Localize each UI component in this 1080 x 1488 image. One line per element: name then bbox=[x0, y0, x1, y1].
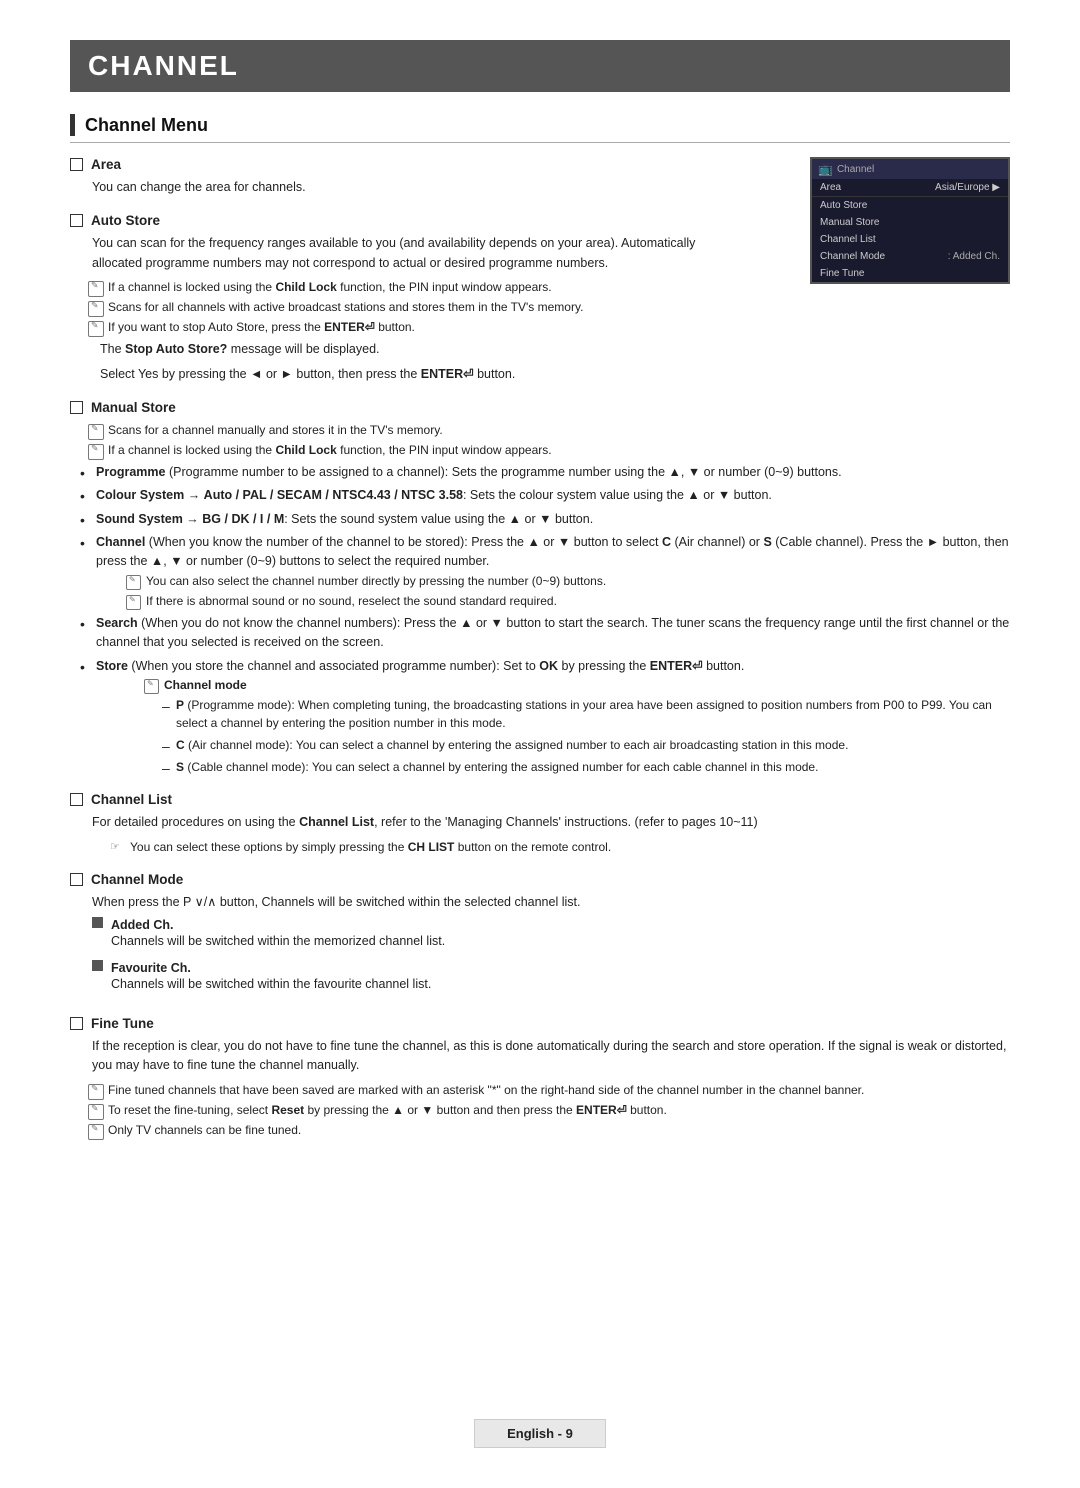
autostore-body: You can scan for the frequency ranges av… bbox=[70, 234, 700, 273]
chapter-title: CHANNEL bbox=[88, 50, 992, 82]
added-ch-icon bbox=[92, 917, 103, 928]
manualstore-header: Manual Store bbox=[70, 400, 1010, 415]
manualstore-bullet-sound: Sound System → BG / DK / I / M: Sets the… bbox=[80, 510, 1010, 529]
menu-channelmode-value: : Added Ch. bbox=[948, 251, 1000, 262]
manualstore-notes: Scans for a channel manually and stores … bbox=[88, 421, 1010, 459]
added-ch-row: Added Ch. Channels will be switched with… bbox=[92, 917, 1010, 956]
autostore-line1: The Stop Auto Store? message will be dis… bbox=[100, 340, 1010, 359]
channel-sub-note-2: If there is abnormal sound or no sound, … bbox=[126, 592, 1010, 610]
menu-header-label: Channel bbox=[837, 164, 874, 175]
content-area: 📺 Channel Area Asia/Europe ▶ Auto Store … bbox=[70, 157, 1010, 1139]
section-title-row: Channel Menu bbox=[70, 114, 1010, 143]
fav-ch-label: Favourite Ch. bbox=[111, 961, 191, 975]
manualstore-bullet-search: Search (When you do not know the channel… bbox=[80, 614, 1010, 653]
menu-channelmode-label: Channel Mode bbox=[820, 251, 885, 262]
menu-item-channelmode: Channel Mode : Added Ch. bbox=[812, 248, 1008, 265]
manualstore-bullet-channel: Channel (When you know the number of the… bbox=[80, 533, 1010, 610]
channelmode-title: Channel Mode bbox=[91, 872, 183, 887]
channellist-tip: You can select these options by simply p… bbox=[88, 838, 1010, 856]
autostore-line2: Select Yes by pressing the ◄ or ► button… bbox=[100, 365, 1010, 384]
manualstore-title: Manual Store bbox=[91, 400, 176, 415]
channelmode-body: When press the P ∨/∧ button, Channels wi… bbox=[70, 893, 1010, 912]
autostore-notes: If a channel is locked using the Child L… bbox=[88, 278, 1010, 336]
added-ch-body: Channels will be switched within the mem… bbox=[111, 932, 445, 951]
autostore-title: Auto Store bbox=[91, 213, 160, 228]
channellist-checkbox-icon bbox=[70, 793, 83, 806]
manualstore-checkbox-icon bbox=[70, 401, 83, 414]
subsection-channellist: Channel List For detailed procedures on … bbox=[70, 792, 1010, 855]
footer-badge: English - 9 bbox=[474, 1419, 606, 1448]
subsection-channelmode: Channel Mode When press the P ∨/∧ button… bbox=[70, 872, 1010, 1000]
autostore-checkbox-icon bbox=[70, 214, 83, 227]
channellist-body: For detailed procedures on using the Cha… bbox=[70, 813, 1010, 832]
channel-mode-dashes: P (Programme mode): When completing tuni… bbox=[162, 696, 1010, 776]
manualstore-bullets: Programme (Programme number to be assign… bbox=[80, 463, 1010, 776]
menu-item-channellist: Channel List bbox=[812, 231, 1008, 248]
finetune-note-3: Only TV channels can be fine tuned. bbox=[88, 1121, 1010, 1139]
fav-ch-icon bbox=[92, 960, 103, 971]
page-footer: English - 9 bbox=[0, 1419, 1080, 1448]
channel-icon: 📺 bbox=[818, 162, 833, 176]
channelmode-subitems: Added Ch. Channels will be switched with… bbox=[70, 917, 1010, 1000]
finetune-note-2: To reset the fine-tuning, select Reset b… bbox=[88, 1101, 1010, 1119]
fav-ch-body: Channels will be switched within the fav… bbox=[111, 975, 431, 994]
dash-c: C (Air channel mode): You can select a c… bbox=[162, 736, 1010, 755]
channel-sub-note-1: You can also select the channel number d… bbox=[126, 572, 1010, 590]
menu-autosore-label: Auto Store bbox=[820, 200, 867, 211]
manualstore-bullet-colour: Colour System → Auto / PAL / SECAM / NTS… bbox=[80, 486, 1010, 505]
finetune-checkbox-icon bbox=[70, 1017, 83, 1030]
menu-item-autosore: Auto Store bbox=[812, 197, 1008, 214]
channelmode-header: Channel Mode bbox=[70, 872, 1010, 887]
finetune-body: If the reception is clear, you do not ha… bbox=[70, 1037, 1010, 1076]
fav-ch-content: Favourite Ch. Channels will be switched … bbox=[111, 960, 431, 999]
menu-header: 📺 Channel bbox=[812, 159, 1008, 179]
page-wrapper: CHANNEL Channel Menu 📺 Channel Area Asia… bbox=[0, 0, 1080, 1488]
autostore-note-3: If you want to stop Auto Store, press th… bbox=[88, 318, 1010, 336]
manualstore-bullet-programme: Programme (Programme number to be assign… bbox=[80, 463, 1010, 482]
manualstore-note-1: Scans for a channel manually and stores … bbox=[88, 421, 1010, 439]
channelmode-checkbox-icon bbox=[70, 873, 83, 886]
autostore-note-2: Scans for all channels with active broad… bbox=[88, 298, 1010, 316]
area-checkbox-icon bbox=[70, 158, 83, 171]
finetune-note-1: Fine tuned channels that have been saved… bbox=[88, 1081, 1010, 1099]
channellist-tip-item: You can select these options by simply p… bbox=[110, 838, 1010, 856]
menu-item-manualstore: Manual Store bbox=[812, 214, 1008, 231]
menu-manualstore-label: Manual Store bbox=[820, 217, 879, 228]
autostore-indent: The Stop Auto Store? message will be dis… bbox=[100, 340, 1010, 384]
manualstore-bullet-store: Store (When you store the channel and as… bbox=[80, 657, 1010, 777]
section-title-bar bbox=[70, 114, 75, 136]
autostore-note-1: If a channel is locked using the Child L… bbox=[88, 278, 1010, 296]
dash-p: P (Programme mode): When completing tuni… bbox=[162, 696, 1010, 733]
subsection-finetune: Fine Tune If the reception is clear, you… bbox=[70, 1016, 1010, 1139]
subsection-manualstore: Manual Store Scans for a channel manuall… bbox=[70, 400, 1010, 776]
manualstore-note-2: If a channel is locked using the Child L… bbox=[88, 441, 1010, 459]
channel-sub-notes: You can also select the channel number d… bbox=[126, 572, 1010, 610]
added-ch-content: Added Ch. Channels will be switched with… bbox=[111, 917, 445, 956]
menu-channellist-label: Channel List bbox=[820, 234, 876, 245]
channellist-header: Channel List bbox=[70, 792, 1010, 807]
footer-label: English - 9 bbox=[507, 1426, 573, 1441]
area-title: Area bbox=[91, 157, 121, 172]
fav-ch-row: Favourite Ch. Channels will be switched … bbox=[92, 960, 1010, 999]
menu-area-row: Area Asia/Europe ▶ bbox=[812, 179, 1008, 197]
channel-mode-sub: Channel mode P (Programme mode): When co… bbox=[144, 676, 1010, 776]
channel-mode-note: Channel mode bbox=[144, 676, 1010, 694]
dash-s: S (Cable channel mode): You can select a… bbox=[162, 758, 1010, 777]
channel-mode-note-item: Channel mode bbox=[144, 676, 1010, 694]
channellist-title: Channel List bbox=[91, 792, 172, 807]
menu-area-label: Area bbox=[820, 182, 841, 193]
finetune-header: Fine Tune bbox=[70, 1016, 1010, 1031]
chapter-header: CHANNEL bbox=[70, 40, 1010, 92]
menu-screenshot: 📺 Channel Area Asia/Europe ▶ Auto Store … bbox=[810, 157, 1010, 284]
added-ch-label: Added Ch. bbox=[111, 918, 174, 932]
finetune-title: Fine Tune bbox=[91, 1016, 154, 1031]
finetune-notes: Fine tuned channels that have been saved… bbox=[88, 1081, 1010, 1139]
section-title: Channel Menu bbox=[85, 115, 208, 136]
menu-area-value: Asia/Europe ▶ bbox=[935, 182, 1000, 193]
